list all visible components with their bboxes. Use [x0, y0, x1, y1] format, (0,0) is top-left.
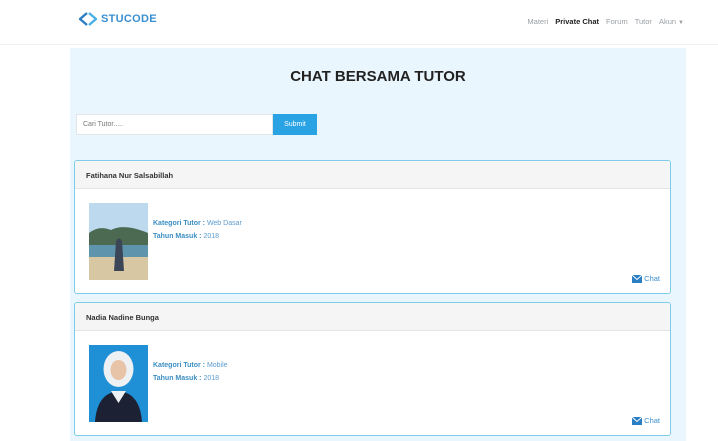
year-value: 2018 [203, 233, 220, 240]
caret-down-icon: ▼ [678, 20, 684, 26]
tutor-info: Kategori Tutor : Web Dasar Tahun Masuk :… [153, 217, 242, 243]
tutor-info: Kategori Tutor : Mobile Tahun Masuk : 20… [153, 359, 228, 385]
category-label: Kategori Tutor : [153, 362, 205, 369]
envelope-icon [632, 416, 643, 425]
tutor-card: Fatihana Nur Salsabillah Kategori Tutor … [74, 160, 671, 294]
code-arrow-icon [78, 12, 98, 26]
nav-item-akun-label: Akun [658, 17, 677, 26]
tutor-photo [89, 203, 148, 280]
tutor-card: Nadia Nadine Bunga Kategori Tutor : Mobi… [74, 302, 671, 436]
chat-label: Chat [644, 274, 660, 283]
submit-button[interactable]: Submit [273, 114, 317, 135]
nav-item-tutor[interactable]: Tutor [635, 17, 652, 26]
year-label: Tahun Masuk : [153, 375, 202, 382]
main-content: CHAT BERSAMA TUTOR Cari Tutor..... Submi… [70, 48, 686, 441]
year-label: Tahun Masuk : [153, 233, 202, 240]
brand-name: STUCODE [101, 13, 157, 25]
nav-item-akun[interactable]: Akun ▼ [659, 17, 684, 26]
category-label: Kategori Tutor : [153, 220, 205, 227]
chat-link[interactable]: Chat [632, 274, 660, 283]
tutor-name: Fatihana Nur Salsabillah [75, 161, 670, 189]
brand-logo[interactable]: STUCODE [78, 11, 157, 27]
envelope-icon [632, 274, 643, 283]
year-value: 2018 [203, 375, 220, 382]
page-title: CHAT BERSAMA TUTOR [290, 68, 466, 85]
chat-label: Chat [644, 416, 660, 425]
navbar: STUCODE Materi Private Chat Forum Tutor … [0, 0, 718, 45]
nav-item-materi[interactable]: Materi [527, 17, 548, 26]
chat-link[interactable]: Chat [632, 416, 660, 425]
category-value: Web Dasar [206, 220, 242, 227]
tutor-name: Nadia Nadine Bunga [75, 303, 670, 331]
search-input[interactable]: Cari Tutor..... [76, 114, 273, 135]
nav-item-forum[interactable]: Forum [606, 17, 628, 26]
search-form: Cari Tutor..... Submit [76, 114, 317, 135]
tutor-photo [89, 345, 148, 422]
main-nav: Materi Private Chat Forum Tutor Akun ▼ [527, 17, 684, 26]
category-value: Mobile [206, 362, 228, 369]
nav-item-private-chat[interactable]: Private Chat [555, 17, 599, 26]
